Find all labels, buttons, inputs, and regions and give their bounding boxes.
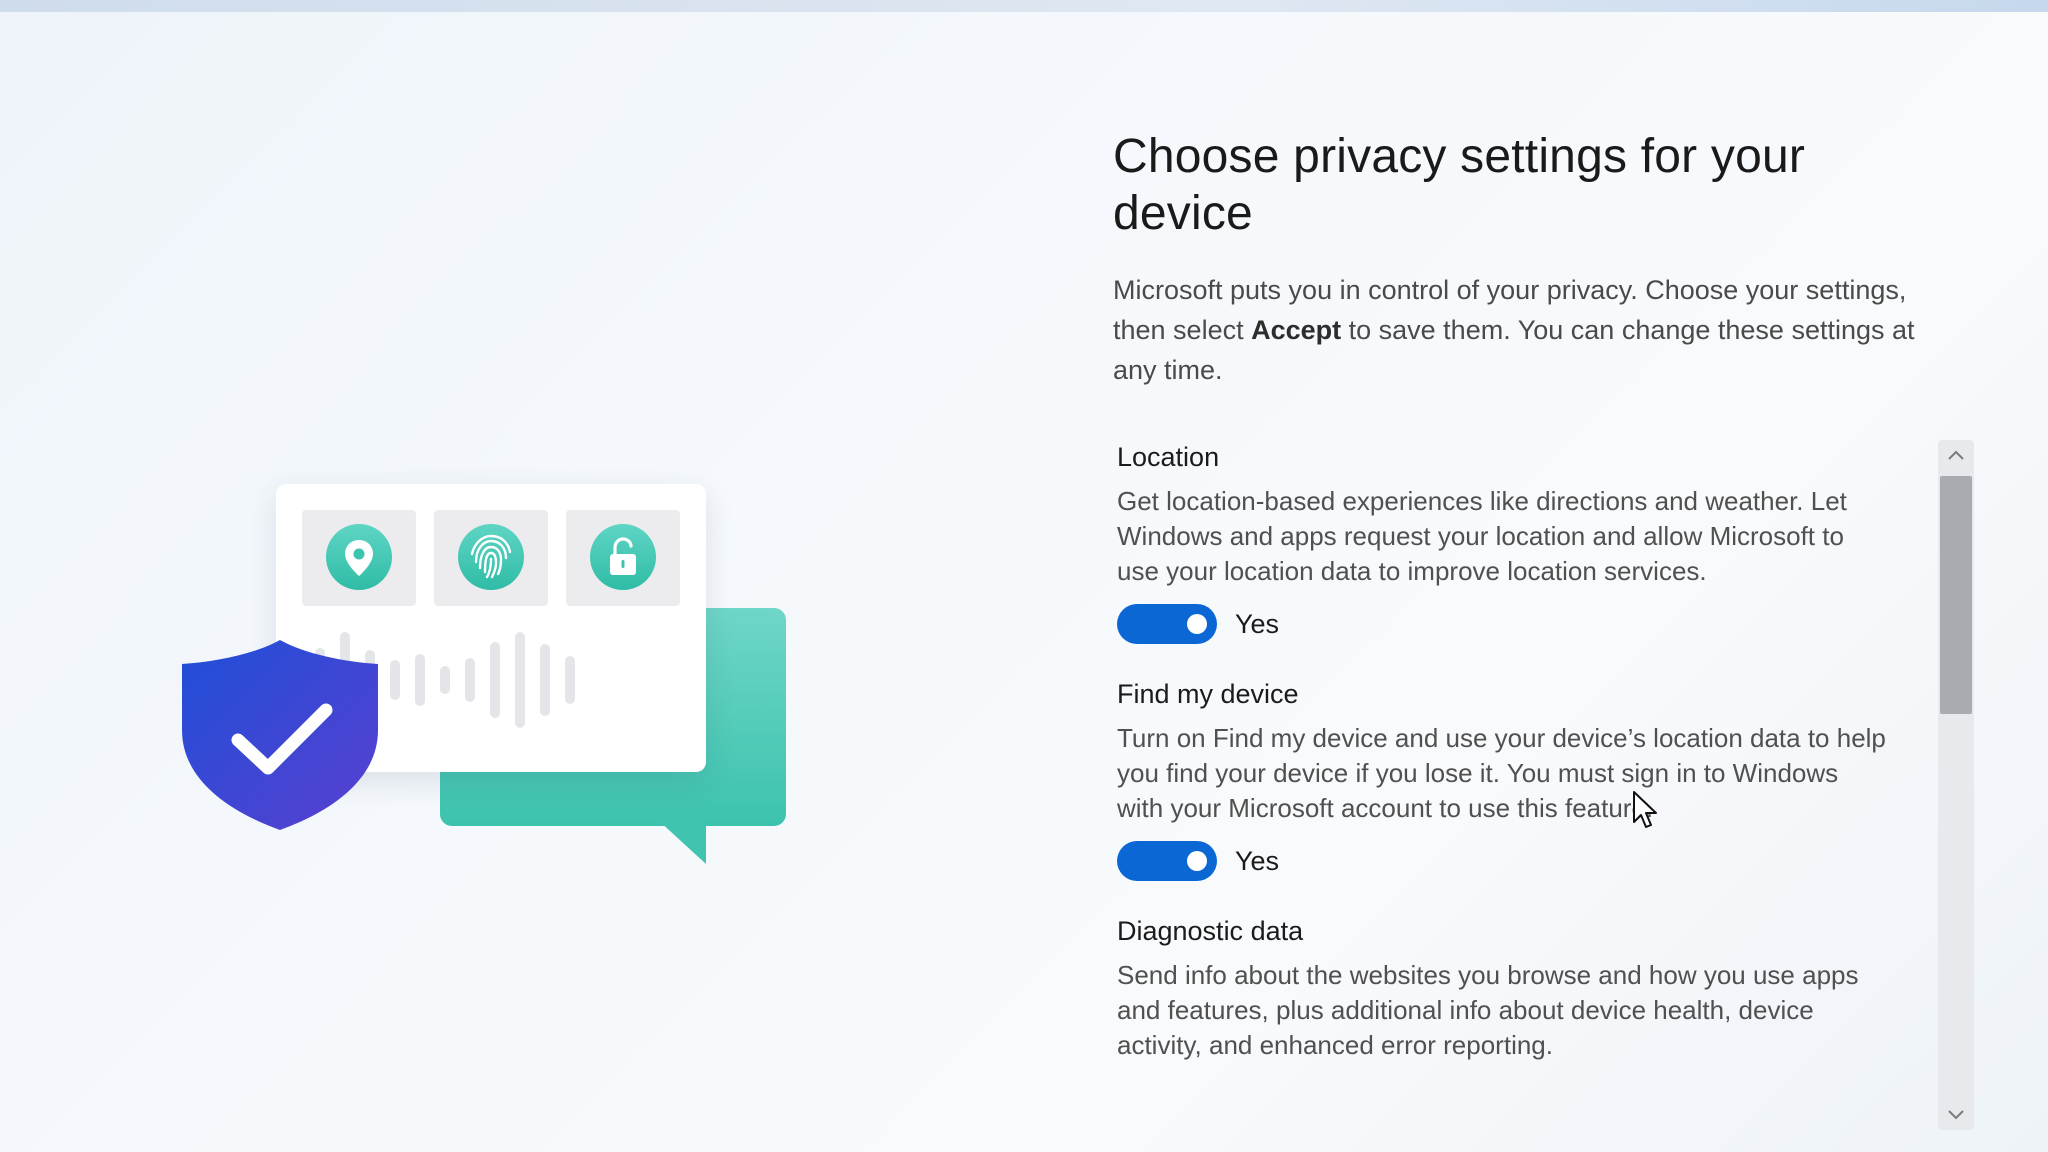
toggle-knob — [1187, 614, 1207, 634]
intro-text-accept: Accept — [1251, 315, 1342, 345]
location-pin-icon — [345, 540, 373, 576]
top-accent-strip — [0, 0, 2048, 12]
setting-diagnostic-data: Diagnostic data Send info about the webs… — [1117, 914, 1897, 1063]
mouse-pointer-icon — [1633, 791, 1657, 828]
location-tile — [302, 510, 416, 606]
toggle-row: Yes — [1117, 601, 1897, 647]
privacy-header: Choose privacy settings for your device … — [1113, 128, 1943, 390]
page-title: Choose privacy settings for your device — [1113, 130, 1806, 240]
privacy-illustration — [170, 470, 810, 890]
setting-find-my-device: Find my device Turn on Find my device an… — [1117, 677, 1897, 884]
fingerprint-tile — [434, 510, 548, 606]
intro-text: Microsoft puts you in control of your pr… — [1113, 270, 1943, 390]
setting-location: Location Get location-based experiences … — [1117, 440, 1897, 647]
setting-title: Location — [1117, 442, 1220, 472]
setting-description: Send info about the websites you browse … — [1117, 960, 1859, 1060]
unlock-icon — [610, 537, 636, 575]
find-my-device-toggle[interactable] — [1117, 841, 1217, 881]
shield-check-icon — [182, 640, 378, 830]
setting-description: Get location-based experiences like dire… — [1117, 486, 1847, 586]
toggle-state-label: Yes — [1235, 845, 1280, 876]
settings-list: Location Get location-based experiences … — [1117, 440, 1897, 1063]
settings-scroll-area[interactable]: Location Get location-based experiences … — [1117, 440, 1977, 1130]
chevron-up-icon[interactable] — [1938, 440, 1974, 472]
lock-tile — [566, 510, 680, 606]
fingerprint-icon — [470, 534, 512, 579]
setting-description: Turn on Find my device and use your devi… — [1117, 723, 1886, 823]
settings-scrollbar[interactable] — [1938, 440, 1974, 1130]
toggle-state-label: Yes — [1235, 608, 1280, 639]
setting-title: Diagnostic data — [1117, 916, 1304, 946]
toggle-row: Yes — [1117, 838, 1897, 884]
toggle-knob — [1187, 851, 1207, 871]
chat-bubble-tail — [658, 820, 706, 864]
location-toggle[interactable] — [1117, 604, 1217, 644]
setting-title: Find my device — [1117, 679, 1299, 709]
scrollbar-thumb[interactable] — [1940, 476, 1972, 714]
chevron-down-icon[interactable] — [1938, 1098, 1974, 1130]
